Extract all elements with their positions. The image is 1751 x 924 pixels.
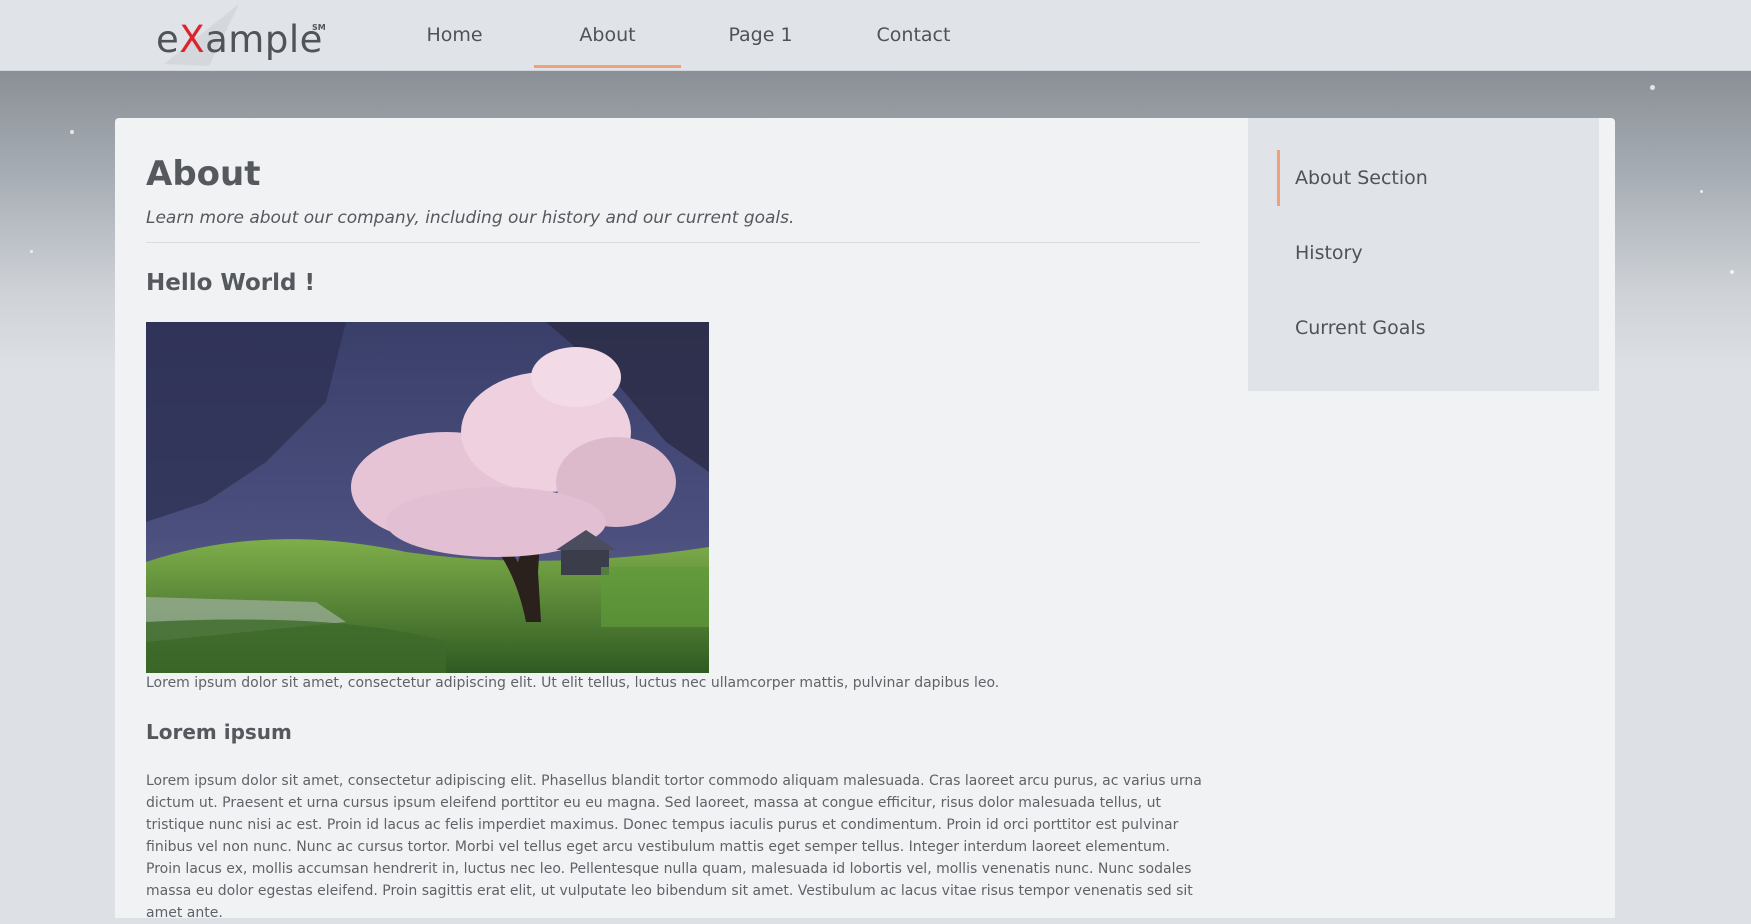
body-paragraph: Lorem ipsum dolor sit amet, consectetur … (146, 773, 1202, 921)
logo-service-mark: SM (312, 23, 326, 32)
page-title: About (146, 154, 261, 194)
page-subtitle: Learn more about our company, including … (146, 208, 795, 228)
section-heading: Hello World ! (146, 270, 315, 296)
nav-about[interactable]: About (531, 0, 684, 70)
sidebar-item-label: About Section (1295, 167, 1428, 189)
sidebar-item-about-section[interactable]: About Section (1277, 150, 1577, 206)
title-divider (146, 242, 1200, 243)
nav-about-label: About (579, 24, 636, 46)
sidebar-item-history[interactable]: History (1277, 225, 1577, 281)
nav-page-1-label: Page 1 (728, 24, 793, 46)
logo-wordmark: eXample (156, 18, 323, 61)
nav-home-label: Home (426, 24, 483, 46)
image-caption: Lorem ipsum dolor sit amet, consectetur … (146, 675, 1000, 691)
top-navigation-bar: eXample SM Home About Page 1 Contact (0, 0, 1751, 71)
content-card: About Learn more about our company, incl… (115, 118, 1615, 921)
nav-page-1[interactable]: Page 1 (684, 0, 837, 70)
sidebar-item-label: Current Goals (1295, 317, 1426, 339)
nav-contact[interactable]: Contact (837, 0, 990, 70)
sub-heading: Lorem ipsum (146, 720, 292, 744)
sidebar-item-label: History (1295, 242, 1363, 264)
sidebar: About Section History Current Goals (1248, 118, 1599, 391)
main-nav: Home About Page 1 Contact (378, 0, 990, 70)
site-logo[interactable]: eXample SM (154, 4, 334, 66)
nav-contact-label: Contact (876, 24, 951, 46)
cherry-blossom-tree-image (146, 322, 709, 673)
nav-home[interactable]: Home (378, 0, 531, 70)
sidebar-item-current-goals[interactable]: Current Goals (1277, 300, 1577, 356)
